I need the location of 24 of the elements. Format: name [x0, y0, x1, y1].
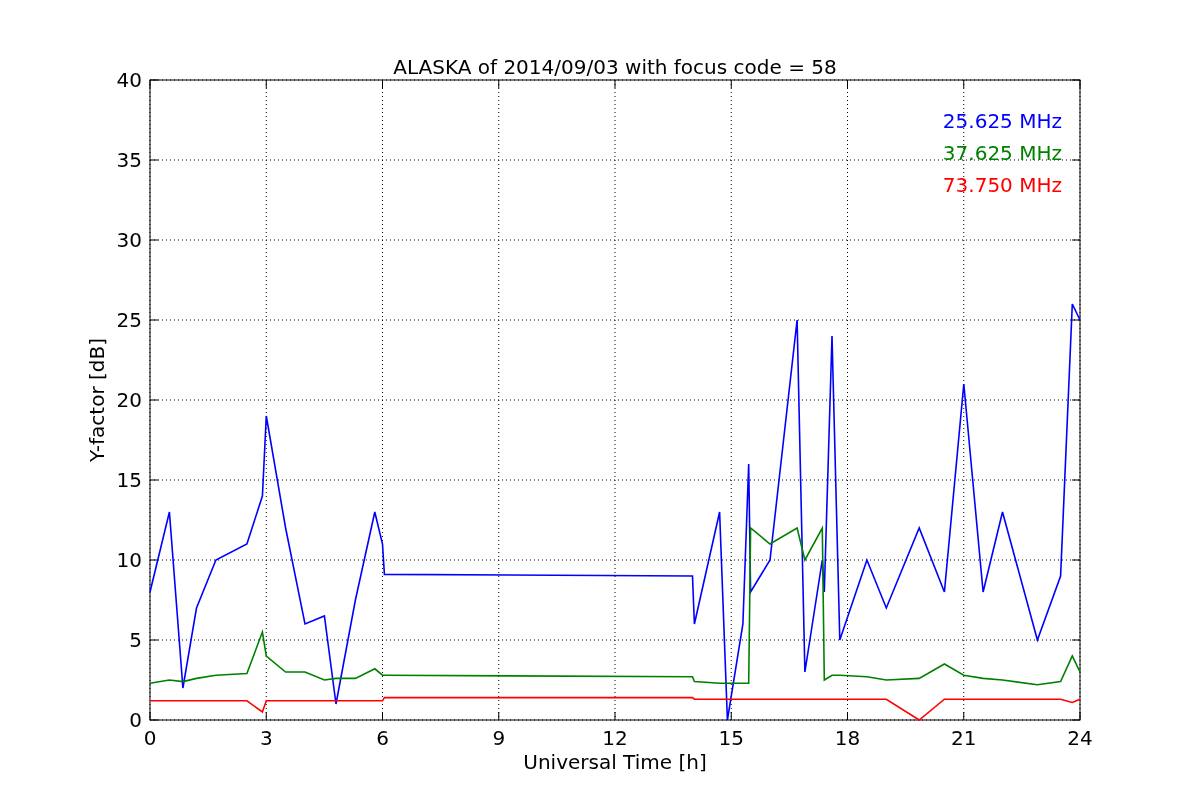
legend-label: 37.625 MHz: [942, 141, 1062, 165]
x-tick-label: 24: [1067, 726, 1093, 750]
x-tick-label: 21: [951, 726, 977, 750]
y-axis-label: Y-factor [dB]: [85, 338, 109, 462]
y-tick-label: 35: [116, 148, 142, 172]
x-tick-label: 18: [834, 726, 861, 750]
x-tick-label: 6: [376, 726, 389, 750]
x-tick-label: 9: [492, 726, 506, 750]
y-tick-label: 20: [116, 388, 142, 412]
chart-title: ALASKA of 2014/09/03 with focus code = 58: [393, 55, 837, 79]
y-tick-label: 15: [116, 468, 142, 492]
x-tick-label: 0: [143, 726, 157, 750]
x-tick-label: 12: [602, 726, 628, 750]
y-tick-label: 5: [129, 628, 142, 652]
y-tick-label: 0: [129, 708, 142, 732]
y-tick-label: 25: [116, 308, 142, 332]
legend-label: 25.625 MHz: [942, 109, 1062, 133]
y-tick-label: 40: [116, 68, 142, 92]
x-tick-label: 3: [259, 726, 273, 750]
x-axis-label: Universal Time [h]: [523, 750, 707, 774]
y-tick-label: 30: [116, 228, 142, 252]
legend-label: 73.750 MHz: [942, 173, 1062, 197]
y-tick-label: 10: [116, 548, 142, 572]
x-tick-label: 15: [718, 726, 744, 750]
